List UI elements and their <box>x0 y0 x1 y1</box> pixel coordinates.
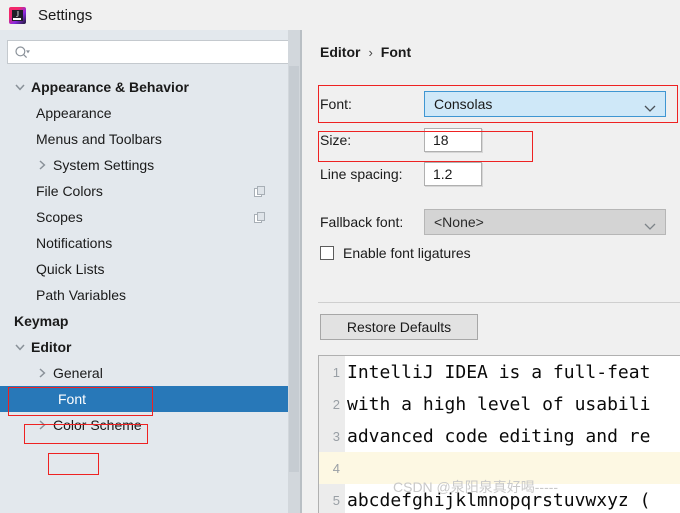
sidebar-item-appearance-behavior[interactable]: Appearance & Behavior <box>0 74 288 100</box>
fallback-font-row: Fallback font: <None> <box>320 207 680 236</box>
restore-defaults-button[interactable]: Restore Defaults <box>320 314 478 340</box>
sidebar-item-path-variables[interactable]: Path Variables <box>0 282 288 308</box>
size-value: 18 <box>433 131 449 148</box>
line-number: 4 <box>319 452 345 484</box>
line-number: 1 <box>319 356 345 388</box>
section-divider <box>318 302 680 303</box>
sidebar-item-file-colors[interactable]: File Colors <box>0 178 288 204</box>
line-spacing-label: Line spacing: <box>320 165 403 182</box>
editor-line[interactable]: 2 with a high level of usabili <box>319 388 680 420</box>
sidebar-item-label: Menus and Toolbars <box>36 131 162 147</box>
line-text: IntelliJ IDEA is a full-feat <box>347 361 651 383</box>
breadcrumb-separator-icon: › <box>368 44 373 60</box>
line-number: 5 <box>319 484 345 513</box>
breadcrumb-parent[interactable]: Editor <box>320 44 360 60</box>
fallback-font-label: Fallback font: <box>320 213 404 230</box>
sidebar-item-keymap[interactable]: Keymap <box>0 308 288 334</box>
breadcrumb: Editor › Font <box>320 44 411 60</box>
chevron-right-icon[interactable] <box>36 159 48 171</box>
fallback-font-value: <None> <box>434 213 484 230</box>
sidebar-item-label: Color Scheme <box>53 417 142 433</box>
sidebar-item-label: Editor <box>31 339 72 355</box>
search-icon <box>14 45 30 61</box>
enable-font-ligatures-checkbox[interactable] <box>320 246 334 260</box>
font-combobox-value: Consolas <box>434 95 493 112</box>
chevron-right-icon[interactable] <box>36 419 48 431</box>
search-box[interactable] <box>7 40 293 64</box>
settings-dialog: J Settings Appearance & Behavior Appearan… <box>0 0 680 513</box>
sidebar-item-label: File Colors <box>36 183 103 199</box>
sidebar-item-color-scheme[interactable]: Color Scheme <box>0 412 288 438</box>
breadcrumb-current: Font <box>380 44 412 60</box>
settings-sidebar: Appearance & Behavior Appearance Menus and… <box>0 30 300 513</box>
font-label: Font: <box>320 95 352 112</box>
sidebar-item-editor[interactable]: Editor <box>0 334 288 360</box>
line-number: 3 <box>319 420 345 452</box>
line-text: with a high level of usabili <box>347 393 651 415</box>
sidebar-item-notifications[interactable]: Notifications <box>0 230 288 256</box>
sidebar-item-label: Quick Lists <box>36 261 105 277</box>
sidebar-item-appearance[interactable]: Appearance <box>0 100 288 126</box>
editor-line[interactable]: 1 IntelliJ IDEA is a full-feat <box>319 356 680 388</box>
font-settings-panel: Editor › Font Font: Consolas Size: 18 Li <box>302 30 680 513</box>
sidebar-item-scopes[interactable]: Scopes <box>0 204 288 230</box>
enable-font-ligatures-label: Enable font ligatures <box>343 245 471 261</box>
sidebar-item-label: Appearance & Behavior <box>31 79 189 95</box>
sidebar-item-label: Scopes <box>36 209 83 225</box>
chevron-down-icon <box>644 100 656 112</box>
sidebar-scrollbar-track[interactable] <box>288 30 300 513</box>
sidebar-item-label: System Settings <box>53 157 155 173</box>
size-input[interactable]: 18 <box>424 127 482 152</box>
line-spacing-value: 1.2 <box>433 165 453 182</box>
fallback-font-combobox[interactable]: <None> <box>424 208 666 235</box>
sidebar-item-menus-and-toolbars[interactable]: Menus and Toolbars <box>0 126 288 152</box>
line-number: 2 <box>319 388 345 420</box>
sidebar-item-label: Notifications <box>36 235 113 251</box>
line-spacing-input[interactable]: 1.2 <box>424 161 482 186</box>
sidebar-item-label: Path Variables <box>36 287 127 303</box>
search-input[interactable] <box>36 41 290 63</box>
editor-line[interactable]: 3 advanced code editing and re <box>319 420 680 452</box>
sidebar-item-general[interactable]: General <box>0 360 288 386</box>
title-bar: J Settings <box>0 0 680 30</box>
sidebar-item-label: Keymap <box>14 313 69 329</box>
chevron-down-icon[interactable] <box>14 81 26 93</box>
watermark: CSDN @泉阳泉真好喝----- <box>393 479 559 495</box>
chevron-down-icon <box>644 218 656 230</box>
enable-font-ligatures-row[interactable]: Enable font ligatures <box>320 245 471 261</box>
chevron-down-icon[interactable] <box>14 341 26 353</box>
sidebar-item-label: General <box>53 365 103 381</box>
intellij-idea-logo-icon: J <box>9 6 26 24</box>
line-text: advanced code editing and re <box>347 425 651 447</box>
sidebar-item-quick-lists[interactable]: Quick Lists <box>0 256 288 282</box>
sidebar-scrollbar-thumb[interactable] <box>289 66 299 472</box>
font-combobox[interactable]: Consolas <box>424 90 666 117</box>
chevron-right-icon[interactable] <box>36 367 48 379</box>
sidebar-item-system-settings[interactable]: System Settings <box>0 152 288 178</box>
font-row: Font: Consolas <box>320 89 680 118</box>
settings-tree: Appearance & Behavior Appearance Menus and… <box>0 74 288 513</box>
line-spacing-row: Line spacing: 1.2 <box>320 160 680 187</box>
sidebar-item-font[interactable]: Font <box>0 386 288 412</box>
sidebar-item-label: Appearance <box>36 105 112 121</box>
size-row: Size: 18 <box>320 126 680 153</box>
window-title: Settings <box>38 6 93 24</box>
size-label: Size: <box>320 131 352 148</box>
copy-icon[interactable] <box>254 185 266 197</box>
copy-icon[interactable] <box>254 211 266 223</box>
sidebar-item-label: Font <box>58 391 87 407</box>
